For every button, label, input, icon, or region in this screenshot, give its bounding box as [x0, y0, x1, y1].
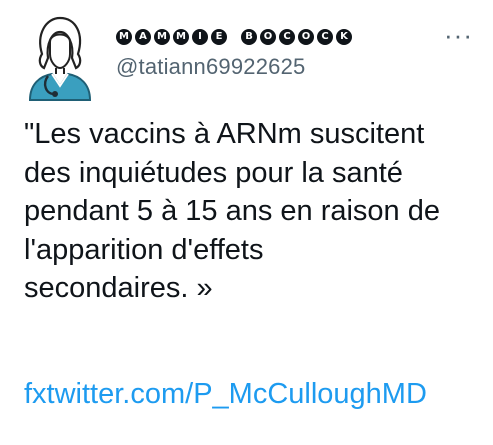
tweet-link[interactable]: fxtwitter.com/P_McCulloughMD [24, 378, 427, 411]
avatar[interactable] [24, 14, 96, 102]
display-name-letter: K [336, 29, 352, 45]
display-name-letter: M [116, 29, 132, 45]
display-name-letter: B [241, 29, 257, 45]
tweet-header: MAMMIEBOCOCK @tatiann69922625 [116, 26, 469, 80]
tweet-card: MAMMIEBOCOCK @tatiann69922625 ··· "Les v… [0, 0, 493, 445]
display-name[interactable]: MAMMIEBOCOCK [116, 26, 469, 48]
nurse-avatar-icon [28, 16, 92, 101]
display-name-letter: O [260, 29, 276, 45]
more-options-icon[interactable]: ··· [444, 22, 473, 48]
display-name-letter: C [279, 29, 295, 45]
display-name-letter: O [298, 29, 314, 45]
display-name-letter: M [154, 29, 170, 45]
display-name-letter: E [211, 29, 227, 45]
user-handle[interactable]: @tatiann69922625 [116, 54, 469, 80]
display-name-letter: I [192, 29, 208, 45]
display-name-letter: A [135, 29, 151, 45]
display-name-letter: M [173, 29, 189, 45]
display-name-letter: C [317, 29, 333, 45]
tweet-text: "Les vaccins à ARNm suscitent des inquié… [24, 118, 440, 304]
